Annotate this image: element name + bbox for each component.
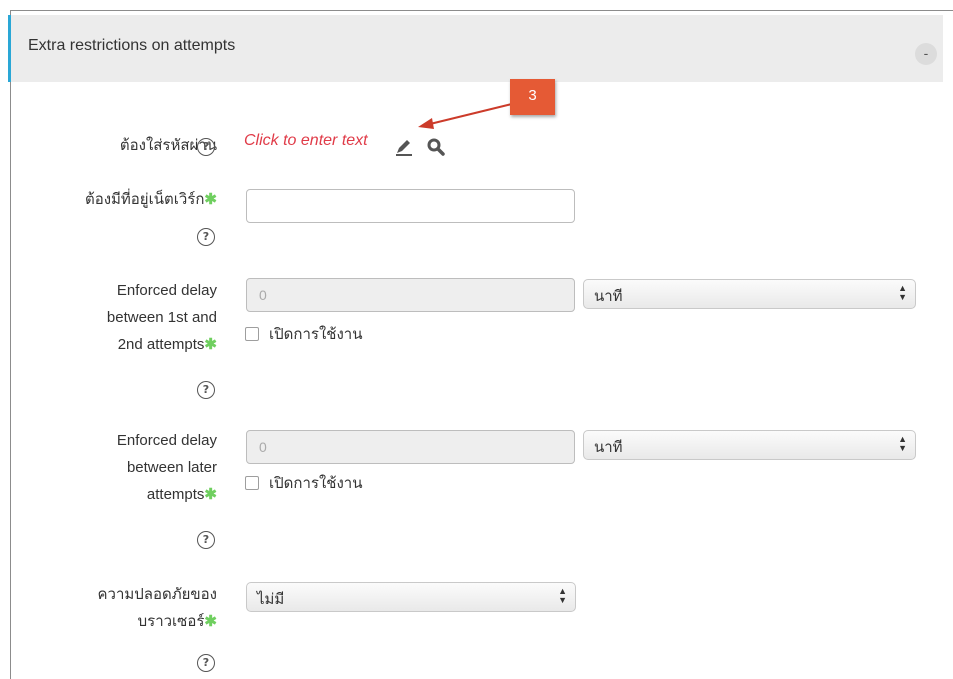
network-label: ต้องมีที่อยู่เน็ตเวิร์ก✱ bbox=[84, 191, 217, 208]
help-icon[interactable]: ? bbox=[197, 531, 215, 549]
help-icon[interactable]: ? bbox=[197, 228, 215, 246]
required-icon: ✱ bbox=[204, 486, 217, 503]
delay1-enable-checkbox[interactable]: เปิดการใช้งาน bbox=[245, 322, 362, 346]
select-arrows-icon: ▲ ▼ bbox=[898, 434, 907, 453]
delay1-label: Enforced delay between 1st and 2nd attem… bbox=[106, 282, 217, 353]
search-icon[interactable] bbox=[426, 137, 446, 157]
required-icon: ✱ bbox=[204, 191, 217, 208]
delay2-enable-checkbox[interactable]: เปิดการใช้งาน bbox=[245, 471, 362, 495]
delay2-label: Enforced delay between later attempts✱ bbox=[116, 432, 217, 503]
delay1-unit-select[interactable]: นาที ▲ ▼ bbox=[583, 279, 916, 309]
required-icon: ✱ bbox=[204, 613, 217, 630]
browser-security-select[interactable]: ไม่มี ▲ ▼ bbox=[246, 582, 576, 612]
collapse-button[interactable]: - bbox=[915, 43, 937, 65]
pencil-icon[interactable] bbox=[394, 137, 414, 157]
help-icon[interactable]: ? bbox=[197, 654, 215, 672]
network-input[interactable] bbox=[246, 189, 575, 223]
delay1-value-input[interactable]: 0 bbox=[246, 278, 575, 312]
required-icon: ✱ bbox=[204, 336, 217, 353]
section-title: Extra restrictions on attempts bbox=[28, 37, 236, 54]
annotation-badge: 3 bbox=[510, 79, 555, 115]
select-arrows-icon: ▲ ▼ bbox=[558, 586, 567, 605]
help-icon[interactable]: ? bbox=[197, 138, 215, 156]
checkbox-icon[interactable] bbox=[245, 476, 259, 491]
delay2-value-input[interactable]: 0 bbox=[246, 430, 575, 464]
checkbox-icon[interactable] bbox=[245, 327, 259, 342]
password-click-to-enter[interactable]: Click to enter text bbox=[244, 132, 368, 150]
section-header[interactable]: Extra restrictions on attempts - bbox=[8, 15, 943, 82]
browser-security-label: ความปลอดภัยของ บราวเซอร์✱ bbox=[97, 586, 218, 630]
help-icon[interactable]: ? bbox=[197, 381, 215, 399]
select-arrows-icon: ▲ ▼ bbox=[898, 283, 907, 302]
annotation-arrow bbox=[418, 102, 517, 129]
delay2-unit-select[interactable]: นาที ▲ ▼ bbox=[583, 430, 916, 460]
